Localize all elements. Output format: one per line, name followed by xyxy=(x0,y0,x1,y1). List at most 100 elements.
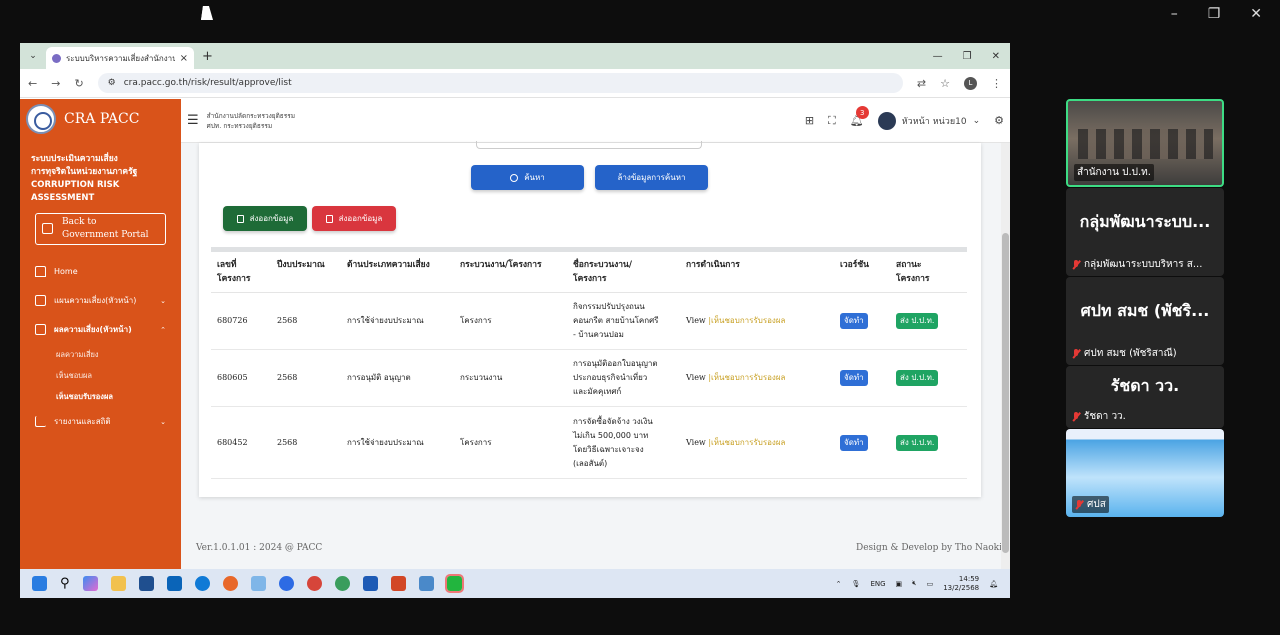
tab-close-icon[interactable]: × xyxy=(180,53,188,64)
approve-link[interactable]: |เห็นชอบการรับรองผล xyxy=(708,373,785,382)
participant-tile[interactable]: กลุ่มพัฒนาระบบ... กลุ่มพัฒนาระบบบริหาร ส… xyxy=(1066,188,1224,276)
taskbar-clock[interactable]: 14:59 13/2/2568 xyxy=(943,575,979,593)
header-line: ชื่อกระบวนงาน/ xyxy=(573,260,632,270)
volume-muted-icon[interactable]: 🔇︎ xyxy=(912,579,916,588)
table-row: 680452 2568 การใช้จ่ายงบประมาณ โครงการ ก… xyxy=(211,406,967,479)
sidebar-item-risk-plan[interactable]: แผนความเสี่ยง(หัวหน้า) ⌄ xyxy=(20,286,181,315)
browser-tab[interactable]: ระบบบริหารความเสี่ยงสำนักงาน ป.ป.ท. × xyxy=(46,47,194,69)
profile-avatar[interactable]: L xyxy=(964,76,977,90)
cell-action: View |เห็นชอบการรับรองผล xyxy=(680,292,834,350)
submenu-item-risk-result[interactable]: ผลความเสี่ยง xyxy=(56,344,181,365)
header-line: ปีงบประมาณ xyxy=(277,260,325,270)
microphone-icon[interactable]: 🎙︎ xyxy=(852,580,861,588)
header-line: การดำเนินการ xyxy=(686,260,740,270)
outlook-icon[interactable] xyxy=(166,576,182,591)
minimize-icon[interactable]: – xyxy=(1171,6,1178,22)
tab-menu-icon[interactable]: ⌄ xyxy=(20,51,46,61)
url-field[interactable]: ⚙ cra.pacc.go.th/risk/result/approve/lis… xyxy=(97,73,903,93)
restore-icon[interactable]: ❐ xyxy=(1208,6,1221,22)
participant-display-name: รัชดา วว. xyxy=(1110,376,1180,395)
translate-icon[interactable]: ⇄ xyxy=(917,77,926,90)
reload-icon[interactable]: ↻ xyxy=(74,77,83,90)
word-icon[interactable] xyxy=(362,576,378,591)
sidebar-item-home[interactable]: Home xyxy=(20,257,181,286)
browser-close-icon[interactable]: ✕ xyxy=(992,51,1000,62)
tray-chevron-up-icon[interactable]: ⌃ xyxy=(836,580,842,588)
participant-tile[interactable]: ศปส xyxy=(1066,429,1224,517)
copilot-icon[interactable] xyxy=(82,576,98,591)
hamburger-menu-icon[interactable]: ☰ xyxy=(187,113,199,128)
name-line: (เลอสันต์) xyxy=(573,458,608,468)
zoom-icon[interactable] xyxy=(278,576,294,591)
apps-grid-icon[interactable]: ⊞ xyxy=(805,114,814,127)
search-button[interactable]: ค้นหา xyxy=(471,165,584,190)
file-explorer-icon[interactable] xyxy=(110,576,126,591)
fullscreen-icon[interactable]: ⛶ xyxy=(828,114,836,128)
browser-minimize-icon[interactable]: — xyxy=(933,51,943,62)
start-icon[interactable] xyxy=(32,576,47,591)
col-header-year: ปีงบประมาณ xyxy=(271,249,341,293)
browser-menu-icon[interactable]: ⋮ xyxy=(991,77,1002,90)
cell-status: ส่ง ป.ป.ท. xyxy=(890,406,967,479)
user-menu[interactable]: หัวหน้า หน่วย10 ⌄ xyxy=(877,111,981,130)
powerpoint-icon[interactable] xyxy=(390,576,406,591)
forward-arrow-icon[interactable]: → xyxy=(51,77,60,90)
edge-icon[interactable] xyxy=(194,576,210,591)
participant-label: ศปท สมช (พัชริสาณี) xyxy=(1072,346,1177,361)
search-icon[interactable]: ⚲ xyxy=(60,576,70,591)
language-indicator[interactable]: ENG xyxy=(870,580,885,588)
battery-icon[interactable]: ▭ xyxy=(927,580,934,588)
clear-search-button[interactable]: ล้างข้อมูลการค้นหา xyxy=(595,165,708,190)
photos-icon[interactable] xyxy=(418,576,434,591)
mic-muted-icon xyxy=(1075,499,1083,510)
view-link[interactable]: View xyxy=(686,373,706,382)
chrome-profile-icon[interactable] xyxy=(334,576,350,591)
firefox-icon[interactable] xyxy=(222,576,238,591)
settings-gear-icon[interactable]: ⚙ xyxy=(994,114,1004,127)
participant-label: กลุ่มพัฒนาระบบบริหาร ส... xyxy=(1072,257,1202,272)
participant-tile[interactable]: สำนักงาน ป.ป.ท. xyxy=(1066,99,1224,187)
name-line: ประกอบธุรกิจนำเที่ยว xyxy=(573,373,648,382)
snipping-tool-icon[interactable] xyxy=(250,576,266,591)
view-link[interactable]: View xyxy=(686,316,706,325)
network-icon[interactable]: ▣ xyxy=(896,580,903,588)
submenu-item-approve-certify[interactable]: เห็นชอบรับรองผล xyxy=(56,386,181,407)
search-input[interactable] xyxy=(476,141,702,149)
sidebar-item-risk-result[interactable]: ผลความเสี่ยง(หัวหน้า) ⌃ xyxy=(20,315,181,344)
export-button-green[interactable]: ส่งออกข้อมูล xyxy=(223,206,307,231)
brand[interactable]: CRA PACC xyxy=(20,99,181,139)
line-app-icon[interactable] xyxy=(444,574,464,593)
external-link-icon xyxy=(42,223,53,234)
table-row: 680726 2568 การใช้จ่ายงบประมาณ โครงการ ก… xyxy=(211,292,967,350)
notifications-icon[interactable]: 🔔︎ xyxy=(989,580,998,588)
view-link[interactable]: View xyxy=(686,438,706,447)
sidebar-item-reports[interactable]: รายงานและสถิติ ⌄ xyxy=(20,407,181,436)
approve-link[interactable]: |เห็นชอบการรับรองผล xyxy=(708,316,785,325)
back-to-portal-button[interactable]: Back to Government Portal xyxy=(35,213,166,245)
close-icon[interactable]: ✕ xyxy=(1250,6,1262,22)
header-line: โครงการ xyxy=(896,274,930,284)
system-title-line: CORRUPTION RISK xyxy=(31,180,120,190)
col-header-version: เวอร์ชัน xyxy=(834,249,890,293)
user-name: หัวหน้า หน่วย10 xyxy=(901,116,967,127)
store-icon[interactable] xyxy=(138,576,154,591)
participant-name: ศปส xyxy=(1087,499,1106,510)
cell-version: จัดทำ xyxy=(834,292,890,350)
back-arrow-icon[interactable]: ← xyxy=(28,77,37,90)
scrollbar-thumb[interactable] xyxy=(1002,233,1009,553)
submenu-item-approve-result[interactable]: เห็นชอบผล xyxy=(56,365,181,386)
export-button-red[interactable]: ส่งออกข้อมูล xyxy=(312,206,396,231)
bookmark-star-icon[interactable]: ☆ xyxy=(940,77,950,90)
new-tab-icon[interactable]: + xyxy=(202,49,213,64)
approve-link[interactable]: |เห็นชอบการรับรองผล xyxy=(708,438,785,447)
cell-version: จัดทำ xyxy=(834,349,890,407)
participant-tile[interactable]: ศปท สมช (พัชริ... ศปท สมช (พัชริสาณี) xyxy=(1066,277,1224,365)
site-info-icon[interactable]: ⚙ xyxy=(108,78,116,88)
header-line: เวอร์ชัน xyxy=(840,260,869,270)
browser-restore-icon[interactable]: ❐ xyxy=(963,51,972,62)
chevron-down-icon: ⌄ xyxy=(972,115,981,126)
chrome-icon[interactable] xyxy=(306,576,322,591)
notification-bell-icon[interactable]: 🔔︎ 3 xyxy=(850,106,869,127)
participant-tile[interactable]: รัชดา วว. รัชดา วว. xyxy=(1066,366,1224,428)
page-scrollbar[interactable] xyxy=(1001,143,1010,569)
